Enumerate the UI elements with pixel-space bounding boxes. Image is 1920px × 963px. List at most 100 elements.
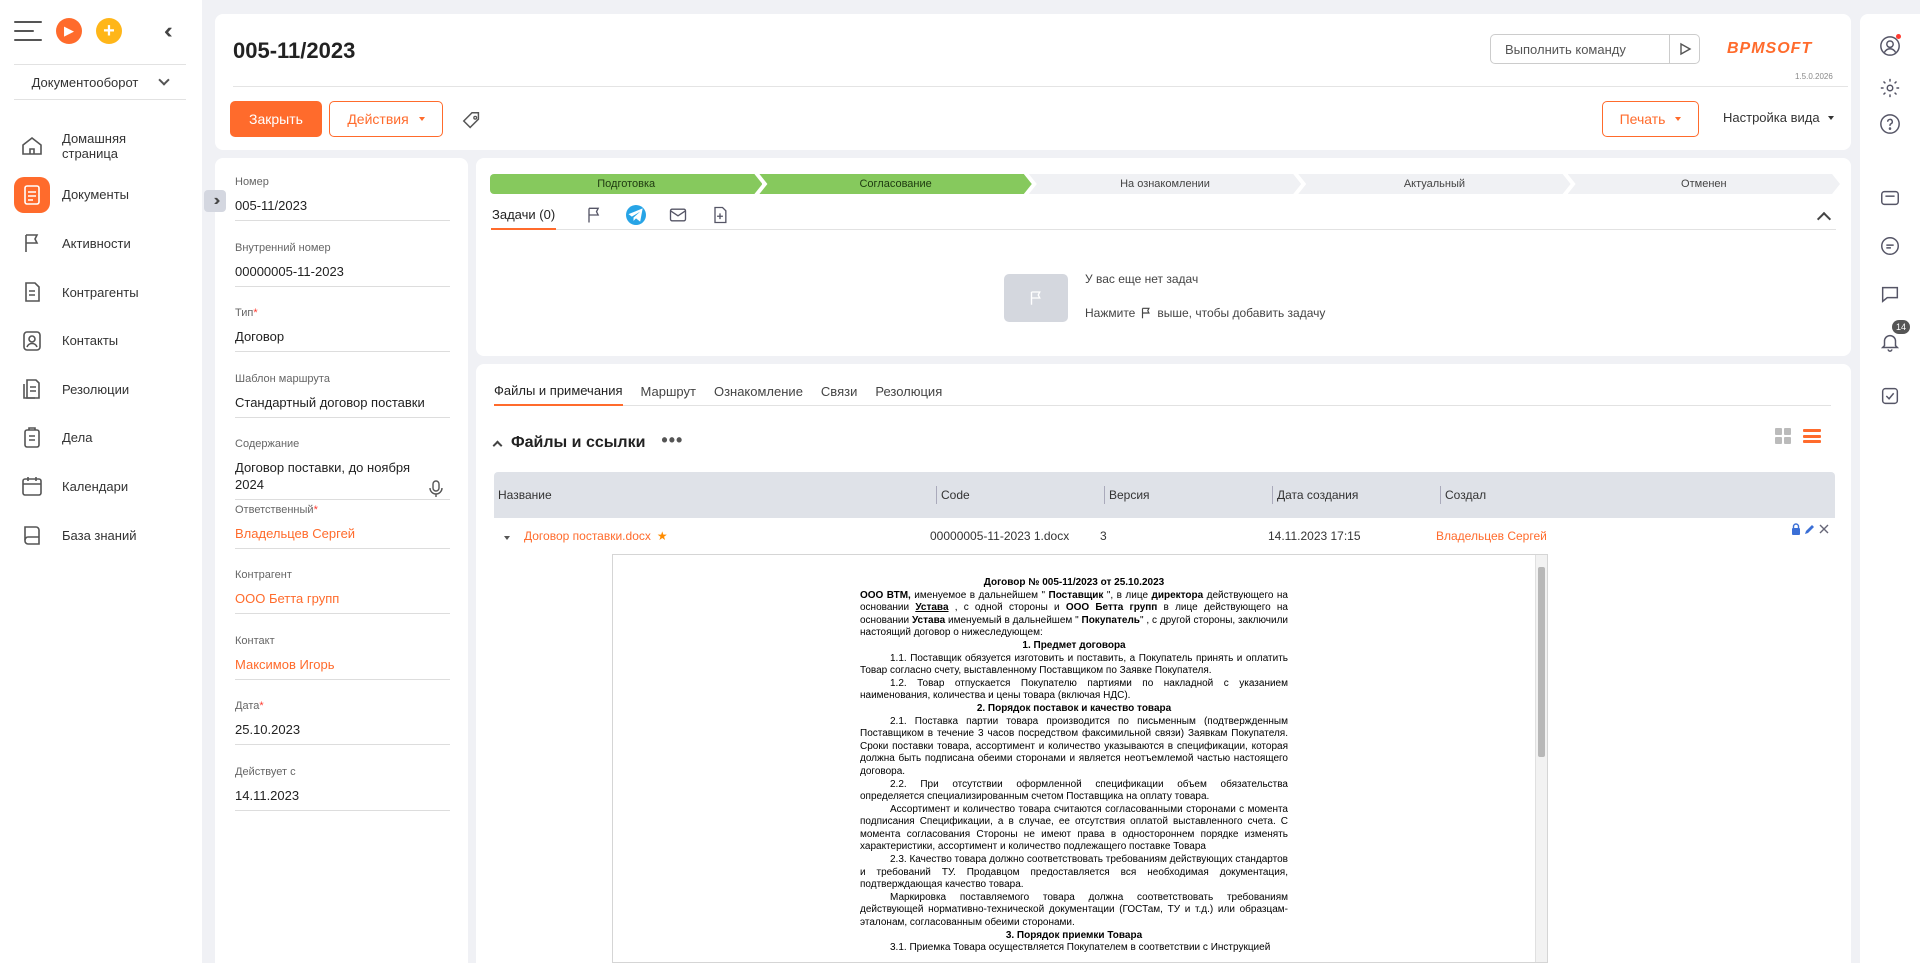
sidebar-item-label: Резолюции [62, 381, 130, 397]
sidebar-item-0[interactable]: Домашняя страница [0, 122, 202, 171]
building-icon [14, 274, 50, 310]
sidebar-item-5[interactable]: Резолюции [0, 365, 202, 414]
add-document-icon[interactable] [710, 205, 730, 225]
command-input[interactable]: Выполнить команду [1491, 42, 1669, 57]
close-button[interactable]: Закрыть [230, 101, 322, 137]
tab-detail-3[interactable]: Связи [821, 376, 857, 406]
more-options-icon[interactable]: ••• [661, 430, 683, 451]
home-icon [14, 128, 50, 164]
tile-view-icon[interactable] [1775, 428, 1791, 444]
document-text: Договор № 005-11/2023 от 25.10.2023 ООО В… [860, 577, 1288, 955]
field-value[interactable]: Владельцев Сергей [235, 525, 450, 549]
actions-button[interactable]: Действия [329, 101, 443, 137]
resolution-icon [14, 371, 50, 407]
field-value[interactable]: ООО Бетта групп [235, 590, 450, 614]
stage-1[interactable]: Согласование [759, 174, 1031, 194]
column-header-3[interactable]: Дата создания [1272, 486, 1440, 504]
email-icon[interactable] [668, 205, 688, 225]
email-icon[interactable] [1876, 184, 1904, 212]
stage-0[interactable]: Подготовка [490, 174, 762, 194]
column-header-2[interactable]: Версия [1104, 486, 1272, 504]
expand-row-icon[interactable] [504, 536, 510, 540]
flag-icon [14, 225, 50, 261]
list-view-icon[interactable] [1803, 429, 1821, 443]
field-value[interactable]: Стандартный договор поставки [235, 394, 450, 418]
sidebar-item-2[interactable]: Активности [0, 219, 202, 268]
document-preview[interactable]: Договор № 005-11/2023 от 25.10.2023 ООО В… [612, 554, 1548, 963]
contact-icon [14, 323, 50, 359]
tab-detail-0[interactable]: Файлы и примечания [494, 376, 623, 406]
workplace-label: Документооборот [31, 74, 139, 90]
sidebar-item-4[interactable]: Контакты [0, 316, 202, 365]
help-icon[interactable] [1876, 110, 1904, 138]
stage-4[interactable]: Отменен [1568, 174, 1840, 194]
field-9[interactable]: Действует с 14.11.2023 [235, 748, 450, 828]
sidebar-item-7[interactable]: Календари [0, 462, 202, 511]
chat-icon[interactable] [1876, 232, 1904, 260]
sidebar-item-label: База знаний [62, 527, 137, 543]
collapse-nav-icon[interactable]: ‹‹ [164, 18, 172, 44]
field-value[interactable]: Договор [235, 328, 450, 352]
files-panel: Файлы и примечания Маршрут Ознакомление Свя… [476, 364, 1851, 963]
document-paragraph: 2. Порядок поставок и качество товара [976, 702, 1172, 714]
column-header-4[interactable]: Создал [1440, 486, 1740, 504]
command-line[interactable]: Выполнить команду [1490, 34, 1700, 64]
preview-scrollbar[interactable] [1535, 555, 1547, 962]
print-button[interactable]: Печать [1602, 101, 1699, 137]
file-author-link[interactable]: Владельцев Сергей [1430, 529, 1630, 543]
edit-pencil-icon[interactable] [1803, 522, 1817, 536]
field-label: Контрагент [235, 569, 292, 581]
file-name-link[interactable]: Договор поставки.docx ★ [524, 529, 924, 543]
page-title: 005-11/2023 [233, 38, 356, 63]
actions-label: Действия [347, 111, 409, 127]
tag-icon[interactable] [461, 110, 483, 132]
tab-detail-1[interactable]: Маршрут [641, 376, 696, 406]
column-header-1[interactable]: Code [936, 486, 1104, 504]
column-header-0[interactable]: Название [494, 486, 936, 504]
scrollbar-thumb[interactable] [1538, 567, 1545, 757]
stage-2[interactable]: На ознакомлении [1029, 174, 1301, 194]
field-value[interactable]: 005-11/2023 [235, 197, 450, 221]
field-value[interactable]: 14.11.2023 [235, 787, 450, 811]
field-label: Шаблон маршрута [235, 372, 330, 385]
telegram-icon[interactable] [626, 204, 647, 225]
sidebar-item-label: Контрагенты [62, 284, 139, 300]
row-actions [1789, 522, 1831, 536]
workplace-selector[interactable]: Документооборот [14, 64, 186, 100]
stage-3[interactable]: Актуальный [1298, 174, 1570, 194]
app-version: 1.5.0.2026 [1795, 72, 1833, 81]
collapse-section-icon[interactable] [492, 440, 503, 450]
document-paragraph: Ассортимент и количество товара считаютс… [860, 803, 1288, 853]
field-value[interactable]: 00000005-11-2023 [235, 263, 450, 287]
star-icon[interactable]: ★ [657, 529, 668, 543]
sidebar-item-3[interactable]: Контрагенты [0, 268, 202, 317]
hamburger-menu-icon[interactable] [14, 21, 42, 41]
run-command-button[interactable] [1669, 35, 1699, 63]
field-value[interactable]: Максимов Игорь [235, 656, 450, 680]
tab-tasks[interactable]: Задачи (0) [491, 200, 557, 230]
tab-detail-4[interactable]: Резолюция [875, 376, 942, 406]
field-label: Действует с [235, 765, 296, 778]
view-settings-button[interactable]: Настройка вида [1723, 110, 1834, 125]
flag-icon[interactable] [584, 205, 604, 225]
settings-gear-icon[interactable] [1876, 74, 1904, 102]
file-created: 14.11.2023 17:15 [1268, 529, 1361, 543]
table-row[interactable]: Договор поставки.docx ★ 00000005-11-2023 … [494, 518, 1835, 554]
checklist-icon[interactable] [1876, 382, 1904, 410]
expand-panel-icon[interactable]: ›› [204, 190, 226, 212]
process-run-icon[interactable]: ▶ [56, 18, 82, 44]
sidebar-item-6[interactable]: Дела [0, 414, 202, 463]
sidebar-item-8[interactable]: База знаний [0, 511, 202, 560]
message-icon[interactable] [1876, 280, 1904, 308]
tab-detail-2[interactable]: Ознакомление [714, 376, 803, 406]
file-name[interactable]: Договор поставки.docx [524, 529, 651, 543]
close-icon[interactable] [1817, 522, 1831, 536]
field-value[interactable]: 25.10.2023 [235, 721, 450, 745]
view-toggle [1775, 428, 1821, 444]
quick-add-icon[interactable]: + [96, 18, 122, 44]
document-paragraph: 1.1. Поставщик обязуется изготовить и по… [860, 652, 1288, 677]
sidebar-item-1[interactable]: Документы [0, 171, 202, 220]
document-paragraph: 1. Предмет договора [1022, 639, 1126, 651]
document-paragraph: 2.1. Поставка партии товара производится… [860, 715, 1288, 777]
lock-icon[interactable] [1789, 522, 1803, 536]
